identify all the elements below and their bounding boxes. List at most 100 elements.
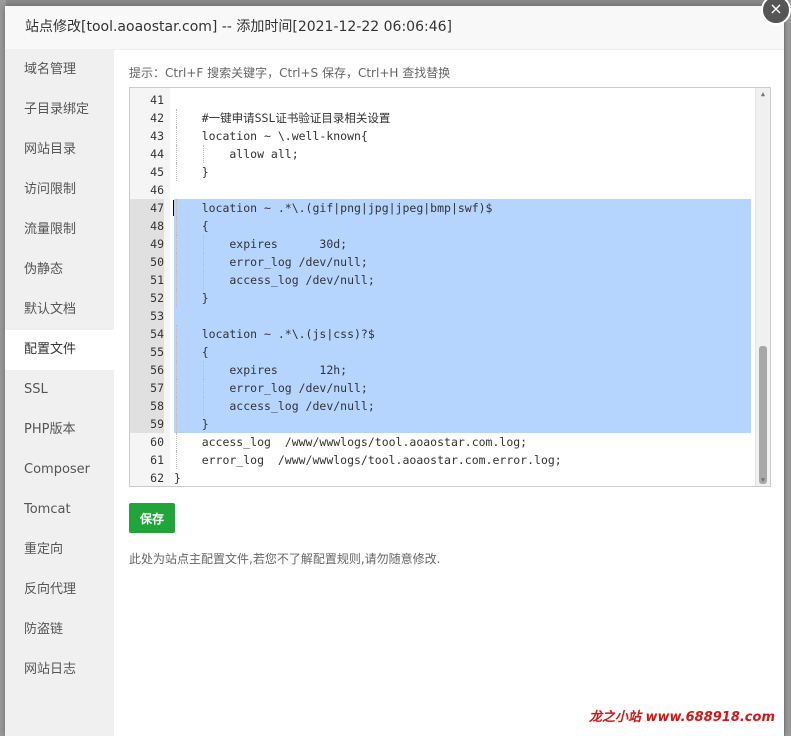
line-number: 48	[130, 217, 164, 235]
line-number: 46	[150, 183, 164, 197]
config-code-editor[interactable]: 41 42 #一键申请SSL证书验证目录相关设置 43 location ~ \.w…	[129, 87, 771, 487]
line-number: 41	[150, 93, 164, 107]
indent-guide	[203, 379, 204, 397]
sidebar-item-domain[interactable]: 域名管理	[5, 50, 114, 90]
line-number: 42	[150, 111, 164, 125]
shortcut-hint: 提示：Ctrl+F 搜索关键字，Ctrl+S 保存，Ctrl+H 查找替换	[129, 66, 451, 80]
code-line: 45 }	[130, 163, 751, 181]
indent-guide	[203, 235, 204, 253]
code-line: 56 expires 12h;	[130, 361, 751, 379]
indent-guide	[176, 127, 177, 145]
line-number: 45	[150, 165, 164, 179]
sidebar-item-site-logs[interactable]: 网站日志	[5, 650, 114, 690]
indent-guide	[176, 217, 177, 235]
code-line: 47 location ~ .*\.(gif|png|jpg|jpeg|bmp|…	[130, 199, 751, 217]
code-line: 59 }	[130, 415, 751, 433]
indent-guide	[176, 271, 177, 289]
code-text: expires 12h;	[174, 361, 751, 379]
sidebar-item-config-file[interactable]: 配置文件	[5, 330, 114, 370]
code-line: 46	[130, 181, 751, 199]
indent-guide	[176, 253, 177, 271]
code-text: }	[174, 471, 181, 485]
site-edit-dialog: 站点修改[tool.aoaostar.com] -- 添加时间[2021-12-…	[5, 0, 791, 736]
sidebar-item-subdir-binding[interactable]: 子目录绑定	[5, 90, 114, 130]
line-number: 60	[150, 435, 164, 449]
code-line: 49 expires 30d;	[130, 235, 751, 253]
code-line: 44 allow all;	[130, 145, 751, 163]
text-cursor	[173, 200, 174, 216]
code-text: error_log /www/wwwlogs/tool.aoaostar.com…	[174, 453, 562, 467]
watermark: 龙之小站 www.688918.com	[588, 710, 775, 725]
line-number: 47	[130, 199, 164, 217]
code-text: allow all;	[174, 147, 299, 161]
code-line: 60 access_log /www/wwwlogs/tool.aoaostar…	[130, 433, 751, 451]
indent-guide	[176, 415, 177, 433]
indent-guide	[176, 433, 177, 451]
indent-guide	[176, 145, 177, 163]
code-line: 62}	[130, 469, 751, 486]
code-line: 54 location ~ .*\.(js|css)?$	[130, 325, 751, 343]
code-line: 41	[130, 91, 751, 109]
scroll-thumb[interactable]	[759, 346, 767, 484]
code-text: #一键申请SSL证书验证目录相关设置	[174, 111, 391, 125]
line-number: 44	[150, 147, 164, 161]
code-line: 53	[130, 307, 751, 325]
sidebar-item-access-limit[interactable]: 访问限制	[5, 170, 114, 210]
indent-guide	[176, 199, 177, 217]
line-number: 61	[150, 453, 164, 467]
code-text: }	[174, 165, 209, 179]
code-text: error_log /dev/null;	[174, 379, 751, 397]
save-button[interactable]: 保存	[129, 503, 175, 533]
sidebar-item-tomcat[interactable]: Tomcat	[5, 490, 114, 530]
indent-guide	[203, 361, 204, 379]
code-text: location ~ .*\.(gif|png|jpg|jpeg|bmp|swf…	[174, 199, 751, 217]
scroll-up-icon[interactable]: ▲	[756, 88, 770, 100]
code-line: 58 access_log /dev/null;	[130, 397, 751, 415]
code-text: access_log /www/wwwlogs/tool.aoaostar.co…	[174, 435, 528, 449]
code-line: 50 error_log /dev/null;	[130, 253, 751, 271]
code-text: }	[174, 415, 751, 433]
sidebar-item-ssl[interactable]: SSL	[5, 370, 114, 410]
dialog-title: 站点修改[tool.aoaostar.com] -- 添加时间[2021-12-…	[5, 6, 784, 50]
sidebar-item-php-version[interactable]: PHP版本	[5, 410, 114, 450]
line-number: 58	[130, 397, 164, 415]
indent-guide	[176, 361, 177, 379]
scroll-down-icon[interactable]: ▼	[756, 474, 770, 486]
indent-guide	[176, 451, 177, 469]
line-number: 51	[130, 271, 164, 289]
sidebar-item-composer[interactable]: Composer	[5, 450, 114, 490]
code-text: location ~ \.well-known{	[174, 129, 368, 143]
code-line: 61 error_log /www/wwwlogs/tool.aoaostar.…	[130, 451, 751, 469]
code-line: 43 location ~ \.well-known{	[130, 127, 751, 145]
sidebar-item-rewrite[interactable]: 伪静态	[5, 250, 114, 290]
code-line: 57 error_log /dev/null;	[130, 379, 751, 397]
line-number: 57	[130, 379, 164, 397]
sidebar-item-default-doc[interactable]: 默认文档	[5, 290, 114, 330]
line-number: 55	[130, 343, 164, 361]
line-number: 56	[130, 361, 164, 379]
line-number: 59	[130, 415, 164, 433]
indent-guide	[176, 343, 177, 361]
sidebar-item-hotlink-protection[interactable]: 防盗链	[5, 610, 114, 650]
line-number: 43	[150, 129, 164, 143]
line-number: 52	[130, 289, 164, 307]
indent-guide	[203, 253, 204, 271]
editor-scrollbar[interactable]: ▲ ▼	[755, 88, 770, 486]
sidebar: 域名管理 子目录绑定 网站目录 访问限制 流量限制 伪静态 默认文档 配置文件 …	[5, 50, 114, 736]
sidebar-item-reverse-proxy[interactable]: 反向代理	[5, 570, 114, 610]
sidebar-item-traffic-limit[interactable]: 流量限制	[5, 210, 114, 250]
sidebar-item-redirect[interactable]: 重定向	[5, 530, 114, 570]
code-text: {	[174, 343, 751, 361]
code-line: 42 #一键申请SSL证书验证目录相关设置	[130, 109, 751, 127]
indent-guide	[203, 397, 204, 415]
indent-guide	[176, 109, 177, 127]
backdrop-right	[785, 0, 791, 736]
code-text: error_log /dev/null;	[174, 253, 751, 271]
sidebar-item-site-directory[interactable]: 网站目录	[5, 130, 114, 170]
config-warning-note: 此处为站点主配置文件,若您不了解配置规则,请勿随意修改.	[129, 552, 441, 566]
code-text: }	[174, 289, 751, 307]
line-number: 62	[150, 471, 164, 485]
code-line: 55 {	[130, 343, 751, 361]
